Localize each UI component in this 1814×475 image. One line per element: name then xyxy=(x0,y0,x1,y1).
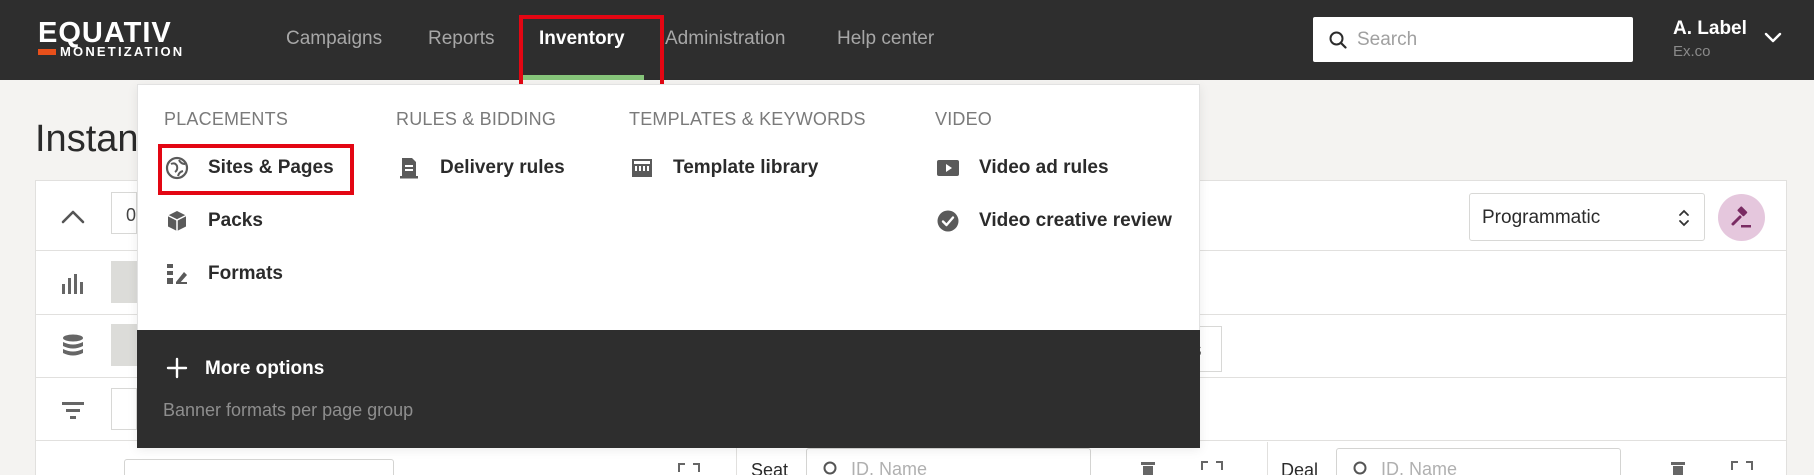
nav-campaigns[interactable]: Campaigns xyxy=(286,27,382,51)
background-field[interactable] xyxy=(111,388,137,430)
seat-search-input[interactable]: ID, Name xyxy=(806,448,1091,475)
menu-item-label: Formats xyxy=(208,263,283,284)
inventory-dropdown-menu: PLACEMENTS Sites & Pages Packs Formats R… xyxy=(137,84,1200,448)
auction-button[interactable] xyxy=(1718,194,1765,241)
expand-icon[interactable] xyxy=(677,460,701,474)
play-icon xyxy=(937,160,959,176)
background-placeholder-block xyxy=(111,261,137,303)
filter-icon[interactable] xyxy=(58,397,88,423)
menu-item-label: Video creative review xyxy=(979,210,1172,231)
check-circle-icon xyxy=(937,210,959,232)
deal-search-input[interactable]: ID, Name xyxy=(1336,448,1621,475)
sort-updown-icon xyxy=(1679,209,1689,227)
box-icon xyxy=(167,211,187,231)
menu-item-label: Delivery rules xyxy=(440,157,565,178)
user-name[interactable]: A. Label xyxy=(1673,18,1747,40)
nav-help-center[interactable]: Help center xyxy=(837,27,934,51)
logo-tagline: MONETIZATION xyxy=(60,44,185,59)
dropdown-footer: More options Banner formats per page gro… xyxy=(137,330,1200,448)
menu-item-label: Video ad rules xyxy=(979,157,1109,178)
collapse-chevron-up-icon[interactable] xyxy=(58,204,88,230)
gavel-icon xyxy=(1731,206,1751,228)
nav-administration[interactable]: Administration xyxy=(665,27,785,51)
rules-bidding-heading: RULES & BIDDING xyxy=(396,109,557,129)
deal-search-placeholder: ID, Name xyxy=(1381,459,1458,475)
column-divider xyxy=(1267,442,1268,475)
placements-heading: PLACEMENTS xyxy=(164,109,289,129)
global-search[interactable] xyxy=(1313,17,1633,62)
equativ-logo[interactable]: EQUATIV MONETIZATION xyxy=(38,18,218,60)
highlight-nav-inventory xyxy=(519,15,664,89)
trash-icon[interactable] xyxy=(1668,460,1688,475)
search-icon xyxy=(823,461,837,475)
logo-accent-bar xyxy=(38,49,56,55)
more-options-description: Banner formats per page group xyxy=(163,400,414,420)
type-select-value: Programmatic xyxy=(1482,207,1601,228)
more-options-link[interactable]: More options xyxy=(205,358,324,380)
deal-label: Deal xyxy=(1281,460,1319,475)
page-title: Instan xyxy=(35,118,139,160)
type-select[interactable]: Programmatic xyxy=(1469,193,1705,241)
database-icon[interactable] xyxy=(58,333,88,359)
top-navigation-bar: EQUATIV MONETIZATION Campaigns Reports I… xyxy=(0,0,1814,80)
background-field[interactable]: 0 xyxy=(111,192,137,234)
expand-icon[interactable] xyxy=(1730,460,1754,474)
trash-icon[interactable] xyxy=(1138,460,1158,475)
plus-icon[interactable] xyxy=(166,357,188,379)
menu-item-label: Packs xyxy=(208,210,263,231)
templates-keywords-heading: TEMPLATES & KEYWORDS xyxy=(629,109,866,129)
background-placeholder-block xyxy=(111,324,137,366)
bar-chart-icon[interactable] xyxy=(58,270,88,296)
highlight-sites-pages xyxy=(158,144,354,195)
background-field-value: 0 xyxy=(126,205,137,225)
expand-icon[interactable] xyxy=(1200,460,1224,474)
template-icon xyxy=(632,159,652,177)
search-icon xyxy=(1353,461,1367,475)
seat-search-placeholder: ID, Name xyxy=(851,459,928,475)
background-input[interactable] xyxy=(124,459,394,475)
menu-item-label: Template library xyxy=(673,157,819,178)
nav-reports[interactable]: Reports xyxy=(428,27,495,51)
search-icon xyxy=(1329,31,1347,49)
search-input[interactable] xyxy=(1357,17,1617,62)
seat-label: Seat xyxy=(751,460,789,475)
document-icon xyxy=(400,158,418,179)
user-company: Ex.co xyxy=(1673,43,1711,60)
video-heading: VIDEO xyxy=(935,109,993,129)
chevron-down-icon[interactable] xyxy=(1764,32,1782,44)
shapes-icon xyxy=(167,264,187,284)
